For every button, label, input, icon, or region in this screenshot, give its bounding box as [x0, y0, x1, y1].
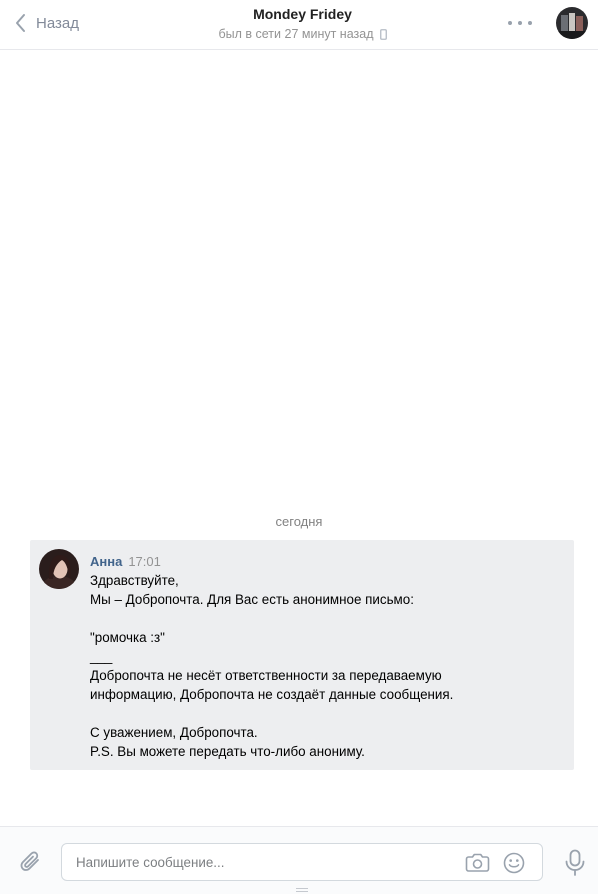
emoji-button[interactable]: [502, 851, 526, 880]
author-avatar-image: [39, 549, 79, 589]
chat-header: Назад Mondey Fridey был в сети 27 минут …: [0, 0, 598, 50]
peer-avatar[interactable]: [556, 7, 588, 39]
message-line: "ромочка :з": [90, 630, 165, 645]
camera-button[interactable]: [465, 852, 490, 878]
more-actions-button[interactable]: [508, 18, 532, 28]
peer-name[interactable]: Mondey Fridey: [150, 6, 455, 23]
message-meta: Анна 17:01: [90, 553, 161, 570]
message-line: Мы – Добропочта. Для Вас есть анонимное …: [90, 592, 414, 607]
message-line: P.S. Вы можете передать что-либо анониму…: [90, 744, 365, 759]
message-composer: [0, 826, 598, 894]
peer-info[interactable]: Mondey Fridey был в сети 27 минут назад: [150, 6, 455, 43]
attach-button[interactable]: [19, 849, 43, 880]
message-line: информацию, Добропочта не создаёт данные…: [90, 687, 454, 702]
author-avatar[interactable]: [39, 549, 79, 589]
voice-message-button[interactable]: [564, 849, 586, 882]
message-time[interactable]: 17:01: [128, 554, 161, 569]
message-line: Добропочта не несёт ответственности за п…: [90, 668, 442, 683]
message-input-box[interactable]: [61, 843, 543, 881]
message-line: С уважением, Добропочта.: [90, 725, 258, 740]
message-item[interactable]: Анна 17:01 Здравствуйте, Мы – Добропочта.…: [30, 540, 574, 770]
message-line: [90, 704, 560, 723]
back-label: Назад: [36, 14, 79, 32]
message-line: ___: [90, 649, 113, 664]
grip-line-icon: [296, 888, 308, 889]
chevron-left-icon: [16, 14, 25, 32]
message-author[interactable]: Анна: [90, 554, 122, 569]
camera-icon: [465, 853, 490, 872]
peer-status: был в сети 27 минут назад: [219, 25, 387, 43]
paperclip-icon: [20, 851, 39, 871]
mobile-phone-icon: [379, 28, 387, 40]
back-button[interactable]: Назад: [14, 10, 79, 36]
microphone-icon: [565, 849, 585, 876]
grip-line-icon: [296, 891, 308, 892]
message-text: Здравствуйте, Мы – Добропочта. Для Вас е…: [90, 571, 560, 761]
peer-avatar-image: [556, 7, 588, 39]
message-input[interactable]: [62, 844, 452, 880]
more-dot-icon: [518, 21, 522, 25]
more-dot-icon: [528, 21, 532, 25]
date-separator: сегодня: [275, 514, 323, 529]
message-line: Здравствуйте,: [90, 573, 179, 588]
peer-status-text: был в сети 27 минут назад: [218, 27, 374, 41]
composer-resize-handle[interactable]: [296, 888, 308, 893]
smile-icon: [503, 852, 525, 874]
more-dot-icon: [508, 21, 512, 25]
message-line: [90, 609, 560, 628]
